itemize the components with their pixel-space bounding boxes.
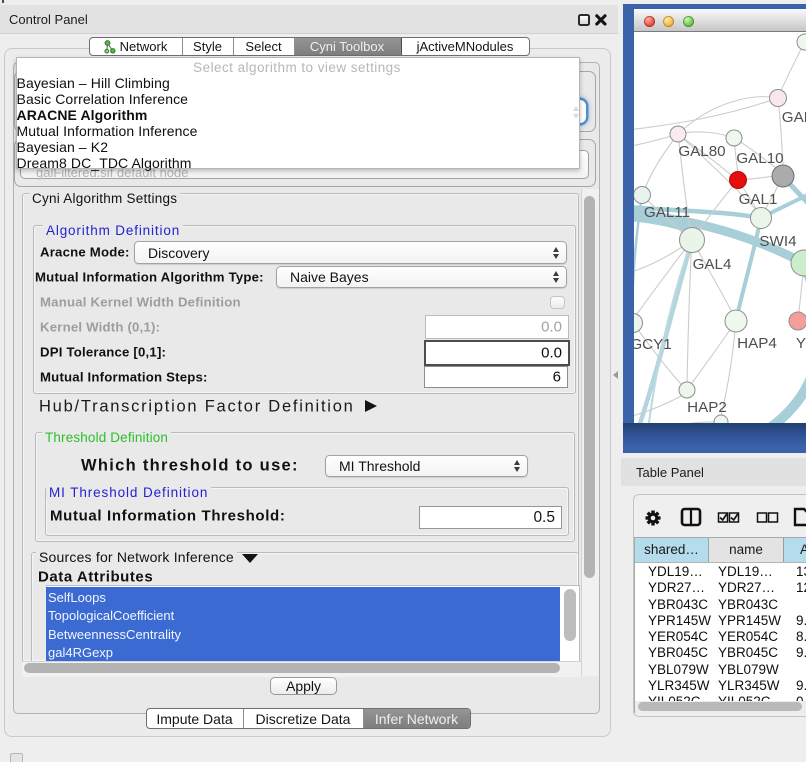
svg-text:GAL1: GAL1	[739, 191, 778, 208]
svg-text:HAP4: HAP4	[737, 335, 777, 352]
svg-text:GAL: GAL	[782, 109, 806, 126]
svg-text:SWI4: SWI4	[759, 233, 796, 250]
svg-text:Y: Y	[796, 335, 806, 352]
svg-text:GCY1: GCY1	[634, 336, 672, 353]
svg-text:GAL4: GAL4	[693, 256, 732, 273]
svg-text:HAP2: HAP2	[687, 399, 727, 416]
svg-text:GAL11: GAL11	[644, 204, 690, 221]
svg-text:GAL10: GAL10	[736, 150, 783, 167]
svg-text:GAL80: GAL80	[678, 143, 725, 160]
